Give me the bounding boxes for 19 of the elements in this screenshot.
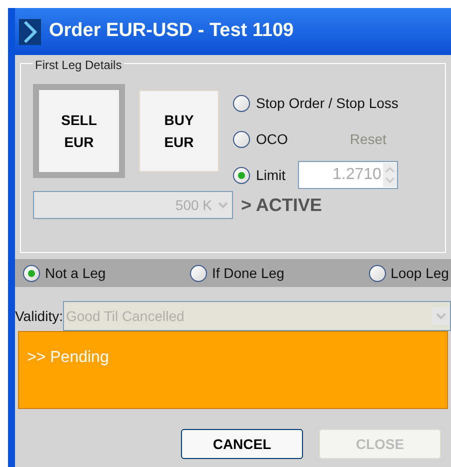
radio-button[interactable] [233, 166, 250, 184]
radio-label: Limit [256, 166, 286, 184]
radio-label: Stop Order / Stop Loss [256, 94, 398, 113]
radio-button[interactable] [23, 264, 40, 282]
radio-button[interactable] [368, 264, 386, 282]
radio-button[interactable] [233, 94, 250, 112]
validity-label: Validity: [15, 306, 63, 326]
chevron-icon [19, 18, 41, 44]
radio-label: Not a Leg [45, 264, 106, 283]
message-text: >> Pending [27, 349, 109, 366]
radio-label: If Done Leg [212, 264, 284, 283]
radio-button[interactable] [233, 130, 250, 148]
radio-label: OCO [256, 130, 288, 148]
dialog-button[interactable]: CANCEL [181, 429, 303, 459]
radio-label: Loop Leg [390, 264, 449, 283]
window-title: Order EUR-USD - Test 1109 [49, 19, 294, 44]
status-label: > ACTIVE [241, 194, 322, 216]
radio-button[interactable] [190, 264, 207, 282]
side-button[interactable]: SELL EUR [33, 84, 125, 178]
